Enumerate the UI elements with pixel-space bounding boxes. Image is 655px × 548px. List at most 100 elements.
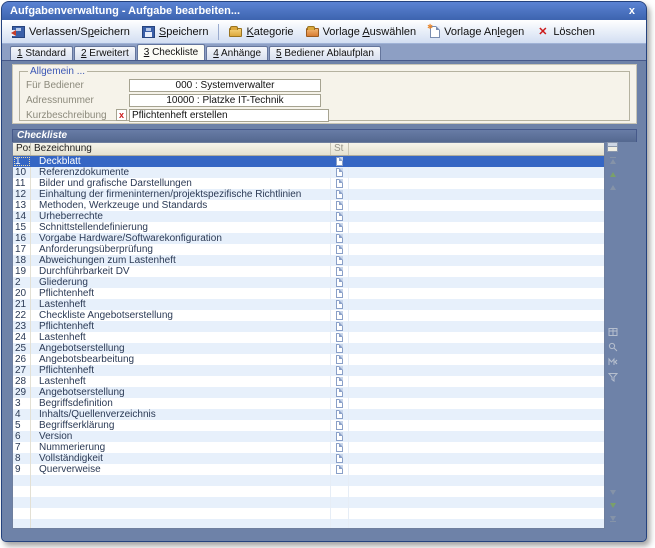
cell-status — [331, 200, 349, 211]
table-row[interactable]: 5Begriffserklärung — [13, 420, 604, 431]
cell-bezeichnung — [31, 519, 331, 529]
table-row[interactable]: 4Inhalts/Quellenverzeichnis — [13, 409, 604, 420]
checkliste-grid: Pos. Bezeichnung St 1Deckblatt10Referenz… — [12, 142, 605, 529]
table-row[interactable]: 23Pflichtenheft — [13, 321, 604, 332]
toolbar-button-vorlage-ausw-hlen[interactable]: Vorlage Auswählen — [300, 23, 423, 41]
table-row-empty[interactable] — [13, 519, 604, 529]
table-row[interactable]: 14Urheberrechte — [13, 211, 604, 222]
table-row[interactable]: 24Lastenheft — [13, 332, 604, 343]
filter-icon[interactable] — [608, 372, 618, 382]
cell-status — [331, 519, 349, 529]
table-row[interactable]: 11Bilder und grafische Darstellungen — [13, 178, 604, 189]
document-icon — [336, 212, 343, 221]
table-row[interactable]: 7Nummerierung — [13, 442, 604, 453]
column-chooser-icon[interactable] — [607, 142, 618, 152]
goto-icon[interactable] — [608, 357, 618, 367]
cell-bezeichnung: Referenzdokumente — [31, 167, 331, 178]
tab-strip: 1 Standard2 Erweitert3 Checkliste4 Anhän… — [2, 44, 646, 60]
scroll-bottom-icon[interactable] — [608, 513, 618, 523]
table-row[interactable]: 20Pflichtenheft — [13, 288, 604, 299]
cell-pos: 25 — [13, 343, 31, 354]
table-row[interactable]: 18Abweichungen zum Lastenheft — [13, 255, 604, 266]
tab-5-bediener-ablaufplan[interactable]: 5 Bediener Ablaufplan — [269, 46, 381, 60]
tab-2-erweitert[interactable]: 2 Erweitert — [74, 46, 136, 60]
table-row[interactable]: 22Checkliste Angebotserstellung — [13, 310, 604, 321]
table-row[interactable]: 1Deckblatt — [13, 156, 604, 167]
column-header-pos[interactable]: Pos. — [13, 143, 31, 155]
cell-empty — [349, 442, 604, 453]
cell-bezeichnung: Begriffserklärung — [31, 420, 331, 431]
kurzbeschreibung-field[interactable] — [129, 109, 329, 122]
table-row[interactable]: 26Angebotsbearbeitung — [13, 354, 604, 365]
table-row[interactable]: 8Vollständigkeit — [13, 453, 604, 464]
table-row-empty[interactable] — [13, 475, 604, 486]
cell-pos: 6 — [13, 431, 31, 442]
cell-pos: 5 — [13, 420, 31, 431]
scroll-top-icon[interactable] — [608, 156, 618, 166]
cell-status — [331, 255, 349, 266]
table-row[interactable]: 9Querverweise — [13, 464, 604, 475]
grid-icon[interactable] — [608, 327, 618, 337]
cell-bezeichnung: Pflichtenheft — [31, 288, 331, 299]
search-icon[interactable] — [608, 342, 618, 352]
table-row-empty[interactable] — [13, 497, 604, 508]
table-row[interactable]: 2Gliederung — [13, 277, 604, 288]
scroll-up-icon[interactable] — [608, 182, 618, 192]
cell-bezeichnung: Methoden, Werkzeuge und Standards — [31, 200, 331, 211]
cell-pos: 16 — [13, 233, 31, 244]
column-header-st[interactable]: St — [331, 143, 349, 155]
tab-4-anh-nge[interactable]: 4 Anhänge — [206, 46, 268, 60]
table-row[interactable]: 21Lastenheft — [13, 299, 604, 310]
close-icon[interactable]: x — [626, 4, 638, 18]
table-row-empty[interactable] — [13, 508, 604, 519]
tab-1-standard[interactable]: 1 Standard — [10, 46, 73, 60]
document-icon — [336, 388, 343, 397]
cell-status — [331, 431, 349, 442]
tab-3-checkliste[interactable]: 3 Checkliste — [137, 44, 205, 60]
clear-field-icon[interactable]: x — [116, 109, 127, 121]
cell-status — [331, 167, 349, 178]
cell-bezeichnung — [31, 497, 331, 508]
toolbar-button-l-schen[interactable]: ✕Löschen — [530, 23, 601, 41]
toolbar-button-label: Verlassen/Speichern — [29, 26, 130, 38]
cell-empty — [349, 354, 604, 365]
adressnummer-field[interactable] — [129, 94, 321, 107]
table-row[interactable]: 10Referenzdokumente — [13, 167, 604, 178]
table-row[interactable]: 29Angebotserstellung — [13, 387, 604, 398]
table-row[interactable]: 12Einhaltung der firmeninternen/projekts… — [13, 189, 604, 200]
cell-status — [331, 420, 349, 431]
move-down-icon[interactable] — [608, 500, 618, 510]
toolbar-button-kategorie[interactable]: Kategorie — [223, 23, 299, 41]
cell-bezeichnung: Bilder und grafische Darstellungen — [31, 178, 331, 189]
table-row[interactable]: 16Vorgabe Hardware/Softwarekonfiguration — [13, 233, 604, 244]
column-header-bezeichnung[interactable]: Bezeichnung — [31, 143, 331, 155]
cell-bezeichnung: Pflichtenheft — [31, 365, 331, 376]
cell-status — [331, 244, 349, 255]
document-icon — [336, 179, 343, 188]
toolbar-button-verlassen-speichern[interactable]: Verlassen/Speichern — [6, 23, 136, 41]
document-icon — [336, 267, 343, 276]
table-row[interactable]: 28Lastenheft — [13, 376, 604, 387]
table-row[interactable]: 13Methoden, Werkzeuge und Standards — [13, 200, 604, 211]
cell-pos — [13, 497, 31, 508]
table-row[interactable]: 3Begriffsdefinition — [13, 398, 604, 409]
table-row[interactable]: 27Pflichtenheft — [13, 365, 604, 376]
toolbar-button-vorlage-anlegen[interactable]: Vorlage Anlegen — [422, 23, 530, 41]
table-row[interactable]: 6Version — [13, 431, 604, 442]
cell-pos — [13, 508, 31, 519]
document-icon — [336, 223, 343, 232]
field-row-adressnummer: Adressnummer — [26, 93, 623, 107]
toolbar-button-speichern[interactable]: Speichern — [136, 23, 215, 41]
move-up-icon[interactable] — [608, 169, 618, 179]
bediener-field[interactable] — [129, 79, 321, 92]
table-row[interactable]: 25Angebotserstellung — [13, 343, 604, 354]
table-row[interactable]: 19Durchführbarkeit DV — [13, 266, 604, 277]
table-row[interactable]: 15Schnittstellendefinierung — [13, 222, 604, 233]
cell-pos: 22 — [13, 310, 31, 321]
table-row[interactable]: 17Anforderungsüberprüfung — [13, 244, 604, 255]
table-row-empty[interactable] — [13, 486, 604, 497]
cell-empty — [349, 486, 604, 497]
cell-status — [331, 453, 349, 464]
document-icon — [336, 432, 343, 441]
scroll-down-icon[interactable] — [608, 487, 618, 497]
